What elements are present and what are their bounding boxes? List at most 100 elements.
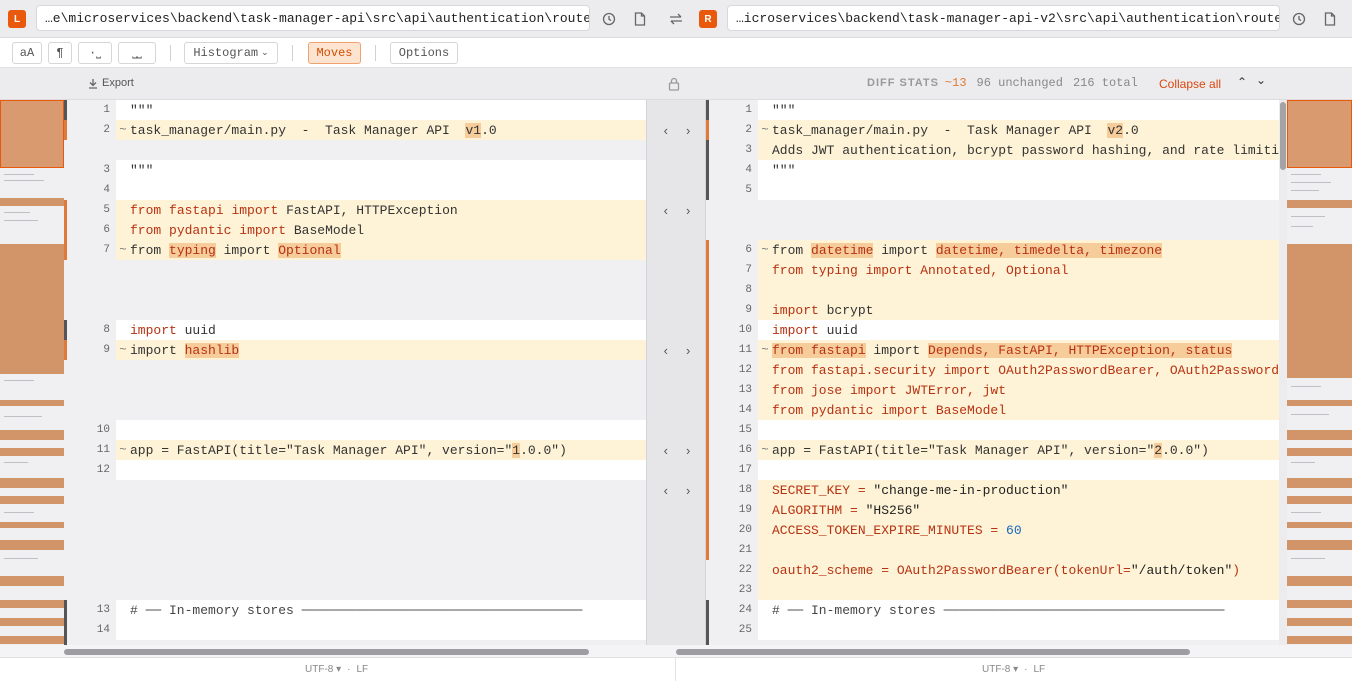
right-vertical-scroll-thumb[interactable] (1280, 102, 1286, 170)
code-line: app = FastAPI(title="Task Manager API", … (116, 440, 646, 460)
merge-arrows[interactable]: ‹ › (647, 200, 707, 220)
right-encoding-select[interactable]: UTF-8 ▾ (982, 664, 1018, 675)
copy-right-icon[interactable]: › (686, 343, 690, 358)
previous-change-icon[interactable]: ⌃ (1237, 75, 1247, 89)
code-line: import uuid (758, 320, 1279, 340)
code-line: """ (758, 160, 1279, 180)
code-line (758, 420, 1279, 440)
code-line (116, 460, 646, 480)
algorithm-select[interactable]: Histogram ⌄ (184, 42, 278, 64)
copy-left-icon[interactable]: ‹ (664, 123, 668, 138)
chevron-down-icon: ⌄ (261, 48, 269, 58)
right-code-pane[interactable]: 1 """ 2 task_manager/main.py - Task Mana… (706, 100, 1279, 645)
line-number: 20 (738, 524, 752, 536)
show-pilcrow-button[interactable]: ¶ (48, 42, 72, 64)
change-marker: ~ (119, 443, 127, 457)
right-minimap[interactable] (1287, 100, 1352, 645)
left-horizontal-scroll-thumb[interactable] (64, 649, 589, 655)
copy-left-icon[interactable]: ‹ (664, 443, 668, 458)
diff-stats: DIFF STATS ~13 96 unchanged 216 total (867, 76, 1138, 90)
copy-left-icon[interactable]: ‹ (664, 343, 668, 358)
code-line: """ (758, 100, 1279, 120)
line-number: 6 (745, 244, 752, 256)
toolbar-divider (170, 45, 171, 61)
code-line (116, 420, 646, 440)
export-button[interactable]: Export (88, 77, 134, 89)
right-file-icon[interactable] (1319, 8, 1341, 30)
line-number: 3 (103, 164, 110, 176)
code-line (116, 620, 646, 640)
code-line: task_manager/main.py - Task Manager API … (758, 120, 1279, 140)
code-line: import bcrypt (758, 300, 1279, 320)
left-history-icon[interactable] (598, 8, 620, 30)
whitespace-spaces-button[interactable]: ⎵⎵ (118, 42, 156, 64)
code-line: ACCESS_TOKEN_EXPIRE_MINUTES = 60 (758, 520, 1279, 540)
code-line (116, 180, 646, 200)
change-marker: ~ (119, 123, 127, 137)
collapse-all-button[interactable]: Collapse all (1159, 77, 1221, 91)
left-code-pane[interactable]: 1 """ 2 task_manager/main.py - Task Mana… (64, 100, 646, 645)
code-line: from pydantic import BaseModel (758, 400, 1279, 420)
line-number: 7 (745, 264, 752, 276)
right-status: UTF-8 ▾ · LF (982, 664, 1046, 675)
left-encoding-select[interactable]: UTF-8 ▾ (305, 664, 341, 675)
change-marker: ~ (119, 343, 127, 357)
moves-toggle-button[interactable]: Moves (308, 42, 361, 64)
line-number: 13 (738, 384, 752, 396)
copy-right-icon[interactable]: › (686, 123, 690, 138)
left-minimap[interactable] (0, 100, 64, 645)
merge-arrows[interactable]: ‹ › (647, 120, 707, 140)
swap-sides-icon[interactable] (665, 8, 687, 30)
right-file-path[interactable]: …icroservices\backend\task-manager-api-v… (727, 5, 1280, 31)
left-file-path[interactable]: …e\microservices\backend\task-manager-ap… (36, 5, 590, 31)
right-history-icon[interactable] (1288, 8, 1310, 30)
copy-left-icon[interactable]: ‹ (664, 203, 668, 218)
right-horizontal-scroll-thumb[interactable] (676, 649, 1190, 655)
right-eol[interactable]: LF (1034, 664, 1046, 675)
download-icon (89, 78, 97, 89)
code-line: from datetime import datetime, timedelta… (758, 240, 1279, 260)
ignore-case-button[interactable]: aA (12, 42, 42, 64)
change-marker: ~ (119, 243, 127, 257)
line-number: 22 (738, 564, 752, 576)
code-line: import hashlib (116, 340, 646, 360)
line-number: 12 (96, 464, 110, 476)
line-number: 3 (745, 144, 752, 156)
line-number: 2 (745, 124, 752, 136)
copy-right-icon[interactable]: › (686, 483, 690, 498)
left-eol[interactable]: LF (357, 664, 369, 675)
status-bar: UTF-8 ▾ · LF UTF-8 ▾ · LF (0, 657, 1352, 681)
code-line: Adds JWT authentication, bcrypt password… (758, 140, 1279, 160)
code-line: SECRET_KEY = "change-me-in-production" (758, 480, 1279, 500)
next-change-icon[interactable]: ⌄ (1256, 73, 1266, 87)
left-file-icon[interactable] (629, 8, 651, 30)
code-line: # ── In-memory stores ──────────────────… (116, 600, 646, 620)
merge-arrows[interactable]: ‹ › (647, 480, 707, 500)
line-number: 14 (738, 404, 752, 416)
merge-arrows[interactable]: ‹ › (647, 340, 707, 360)
line-number: 2 (103, 124, 110, 136)
line-number: 24 (738, 604, 752, 616)
right-vertical-scrollbar[interactable] (1279, 100, 1287, 645)
line-number: 13 (96, 604, 110, 616)
code-line (758, 620, 1279, 640)
code-line: # ── In-memory stores ──────────────────… (758, 600, 1279, 620)
line-number: 8 (745, 284, 752, 296)
line-number: 11 (738, 344, 752, 356)
diff-toolbar: aA ¶ ·⎵ ⎵⎵ Histogram ⌄ Moves Options (0, 38, 1352, 68)
line-number: 10 (738, 324, 752, 336)
merge-arrows[interactable]: ‹ › (647, 440, 707, 460)
code-line (758, 540, 1279, 560)
line-number: 18 (738, 484, 752, 496)
lock-scroll-icon[interactable] (668, 77, 680, 94)
line-number: 16 (738, 444, 752, 456)
copy-left-icon[interactable]: ‹ (664, 483, 668, 498)
copy-right-icon[interactable]: › (686, 203, 690, 218)
code-line (758, 580, 1279, 600)
panel-header: Export DIFF STATS ~13 96 unchanged 216 t… (0, 68, 1352, 100)
options-button[interactable]: Options (390, 42, 458, 64)
minimap-viewport[interactable] (0, 100, 64, 168)
whitespace-dots-button[interactable]: ·⎵ (78, 42, 112, 64)
copy-right-icon[interactable]: › (686, 443, 690, 458)
minimap-viewport[interactable] (1287, 100, 1352, 168)
